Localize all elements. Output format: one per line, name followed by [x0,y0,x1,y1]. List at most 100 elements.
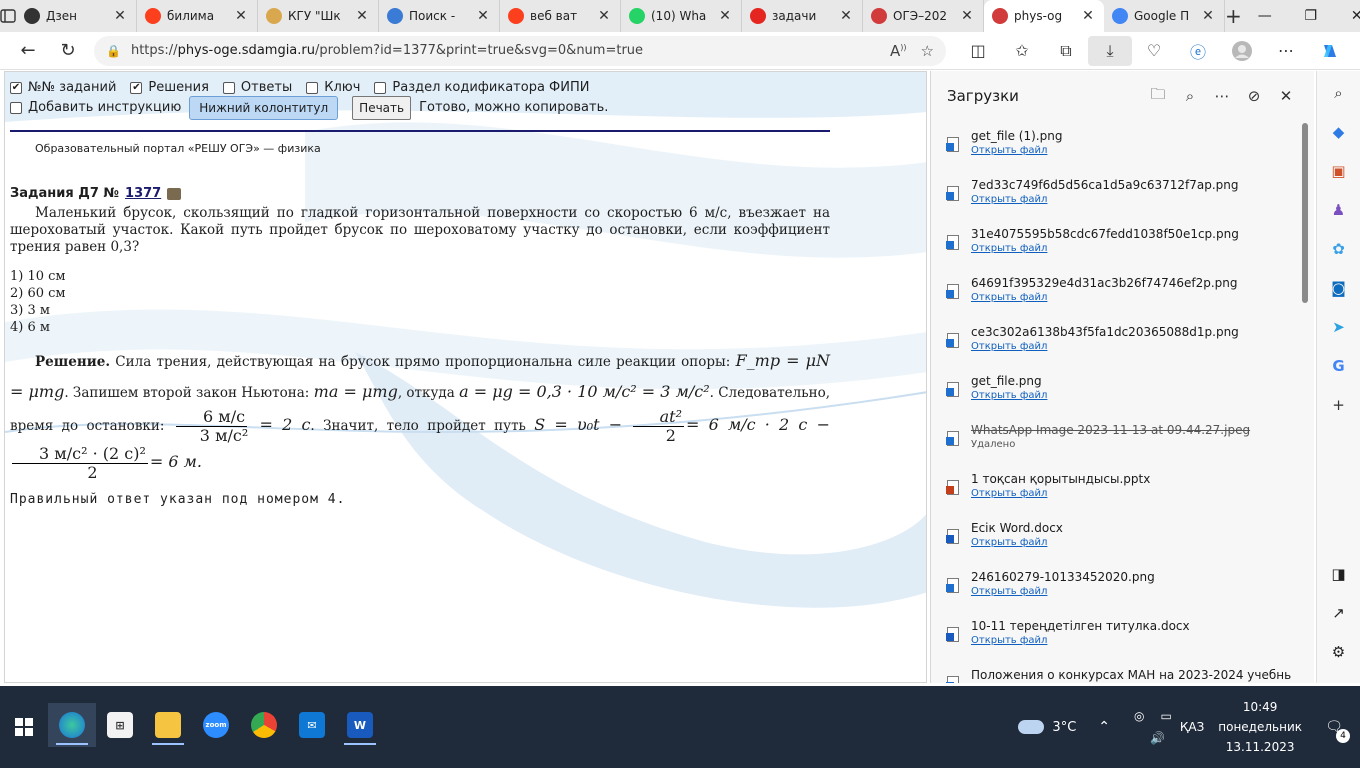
language-indicator[interactable]: ҚАЗ [1180,720,1204,734]
back-button[interactable]: ← [8,35,48,67]
open-file-link[interactable]: Открыть файл [971,586,1291,597]
volume-icon[interactable]: 🔊 [1150,731,1165,745]
download-item[interactable]: 64691f395329e4d31ac3b26f74746ef2p.png Отк… [931,270,1303,319]
numbers-checkbox[interactable]: ✔ [10,82,22,94]
tab-close-icon[interactable]: ✕ [959,8,975,24]
open-file-link[interactable]: Открыть файл [971,292,1291,303]
open-file-link[interactable]: Открыть файл [971,194,1291,205]
tab-close-icon[interactable]: ✕ [838,8,854,24]
open-file-link[interactable]: Открыть файл [971,488,1291,499]
download-item[interactable]: 246160279-10133452020.png Открыть файл [931,564,1303,613]
copilot-icon[interactable] [1308,36,1352,66]
more-menu-icon[interactable]: ⋯ [1264,36,1308,66]
instruction-checkbox[interactable] [10,102,22,114]
start-button[interactable] [0,686,48,768]
tab-close-icon[interactable]: ✕ [354,8,370,24]
tab-5[interactable]: (10) Wha ✕ [621,0,742,32]
download-item[interactable]: Положения о конкурсах МАН на 2023-2024 у… [931,662,1303,683]
key-checkbox[interactable] [306,82,319,94]
download-item[interactable]: 7ed33c749f6d5d56ca1d5a9c63712f7ap.png Отк… [931,172,1303,221]
address-bar[interactable]: 🔒 https://phys-oge.sdamgia.ru/problem?id… [94,35,946,66]
tab-4[interactable]: веб ват ✕ [500,0,621,32]
solutions-checkbox[interactable]: ✔ [130,82,143,94]
taskbar-explorer[interactable] [144,703,192,747]
display-icon[interactable]: ▭ [1161,709,1172,723]
favorites-icon[interactable]: ✩ [1000,36,1044,66]
close-icon[interactable]: ✕ [1274,84,1298,108]
google-icon[interactable]: G [1325,352,1353,380]
tab-close-icon[interactable]: ✕ [233,8,249,24]
tab-close-icon[interactable]: ✕ [1080,8,1096,24]
download-item[interactable]: 1 тоқсан қорытындысы.pptx Открыть файл [931,466,1303,515]
meet-icon[interactable]: ◎ [1134,709,1144,723]
open-file-link[interactable]: Открыть файл [971,635,1291,646]
download-item[interactable]: get_file (1).png Открыть файл [931,123,1303,172]
download-item[interactable]: get_file.png Открыть файл [931,368,1303,417]
add-icon[interactable]: + [1325,391,1353,419]
task-number-link[interactable]: 1377 [125,186,161,201]
footer-button[interactable]: Нижний колонтитул [189,96,339,120]
tab-close-icon[interactable]: ✕ [717,8,733,24]
tab-7[interactable]: ОГЭ–202 ✕ [863,0,984,32]
codifier-checkbox[interactable] [374,82,387,94]
minimize-button[interactable]: — [1242,0,1288,32]
briefcase-icon[interactable] [167,187,182,200]
tab-0[interactable]: Дзен ✕ [16,0,137,32]
read-aloud-icon[interactable]: A)) [890,42,907,60]
more-options-icon[interactable]: ⋯ [1210,84,1234,108]
open-file-link[interactable]: Открыть файл [971,537,1291,548]
tab-close-icon[interactable]: ✕ [112,8,128,24]
taskbar-chrome[interactable] [240,703,288,747]
shopping-icon[interactable]: ◆ [1325,118,1353,146]
open-file-link[interactable]: Открыть файл [971,145,1291,156]
tab-3[interactable]: Поиск - ✕ [379,0,500,32]
settings-icon[interactable]: ⚙ [1325,638,1353,666]
taskbar-zoom[interactable]: zoom [192,703,240,747]
tools-icon[interactable]: ▣ [1325,157,1353,185]
tab-close-icon[interactable]: ✕ [596,8,612,24]
tab-8[interactable]: phys-og ✕ [984,0,1104,32]
notifications-button[interactable]: 🗨 4 [1320,713,1350,743]
tab-1[interactable]: билима ✕ [137,0,258,32]
close-window-button[interactable]: ✕ [1334,0,1360,32]
restore-button[interactable]: ❐ [1288,0,1334,32]
microsoft365-icon[interactable]: ✿ [1325,235,1353,263]
tab-6[interactable]: задачи ✕ [742,0,863,32]
unpin-icon[interactable]: ⊘ [1242,84,1266,108]
external-link-icon[interactable]: ↗ [1325,599,1353,627]
answers-checkbox[interactable] [222,82,235,94]
tab-actions-button[interactable] [0,0,16,32]
open-file-link[interactable]: Открыть файл [971,390,1291,401]
downloads-icon[interactable]: ⤓ [1088,35,1132,66]
open-file-link[interactable]: Открыть файл [971,341,1291,352]
telegram-icon[interactable]: ➤ [1325,313,1353,341]
outlook-icon[interactable]: ◙ [1325,274,1353,302]
games-icon[interactable]: ♟ [1325,196,1353,224]
edge-drop-icon[interactable]: ⓔ [1176,36,1220,66]
split-screen-icon[interactable]: ◫ [956,36,1000,66]
download-item[interactable]: ce3c302a6138b43f5fa1dc20365088d1p.png Отк… [931,319,1303,368]
search-icon[interactable]: ⌕ [1178,84,1202,108]
tab-close-icon[interactable]: ✕ [1200,8,1216,24]
download-item[interactable]: WhatsApp Image 2023-11-13 at 09.44.27.jp… [931,417,1303,466]
refresh-button[interactable]: ↻ [48,35,88,67]
search-icon[interactable]: ⌕ [1325,79,1353,107]
performance-icon[interactable]: ♡ [1132,36,1176,66]
weather-widget[interactable]: 3°C [1018,720,1076,735]
sidebar-toggle-icon[interactable]: ◨ [1325,560,1353,588]
collections-icon[interactable]: ⧉ [1044,36,1088,66]
taskbar-store[interactable]: ⊞ [96,703,144,747]
open-folder-icon[interactable]: 🗀 [1146,84,1170,108]
url-text[interactable]: https://phys-oge.sdamgia.ru/problem?id=1… [131,43,880,58]
downloads-scrollbar[interactable] [1302,123,1308,303]
tab-2[interactable]: КГУ "Шк ✕ [258,0,379,32]
download-item[interactable]: Есік Word.docx Открыть файл [931,515,1303,564]
download-item[interactable]: 31e4075595b58cdc67fedd1038f50e1cp.png Отк… [931,221,1303,270]
download-item[interactable]: 10-11 тереңдетілген титулка.docx Открыть … [931,613,1303,662]
show-hidden-icons-icon[interactable]: ⌃ [1098,719,1110,735]
profile-avatar[interactable] [1220,36,1264,66]
clock[interactable]: 10:49 понедельник 13.11.2023 [1218,697,1302,757]
taskbar-edge[interactable] [48,703,96,747]
tab-close-icon[interactable]: ✕ [475,8,491,24]
taskbar-mail[interactable]: ✉ [288,703,336,747]
